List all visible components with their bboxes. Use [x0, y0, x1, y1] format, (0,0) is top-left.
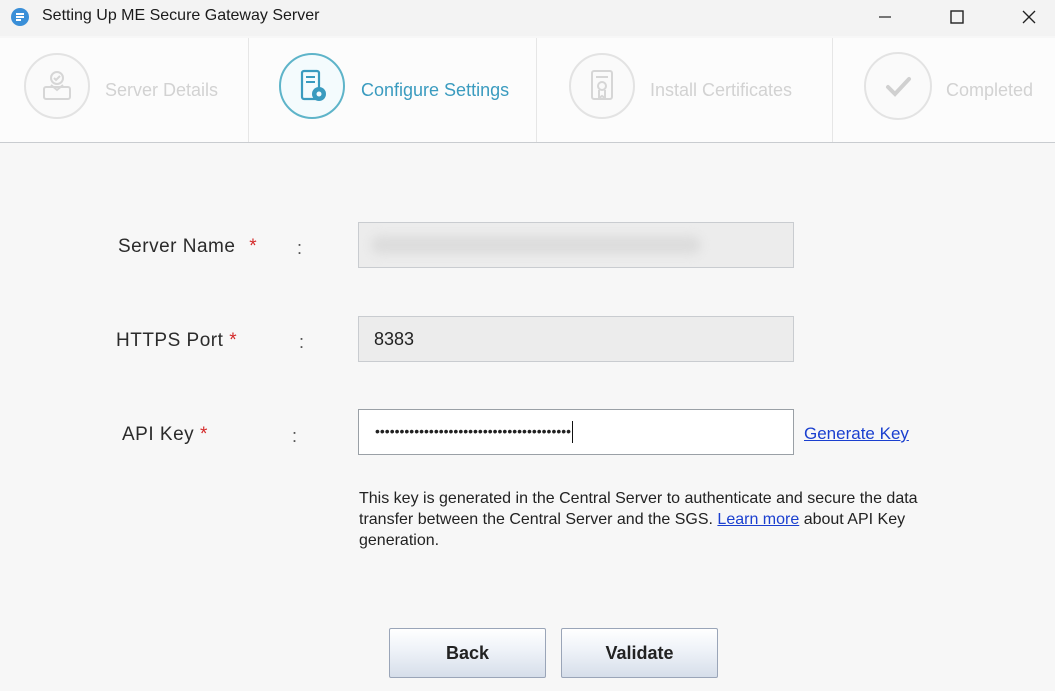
- server-details-icon: [24, 53, 90, 119]
- back-button[interactable]: Back: [389, 628, 546, 678]
- window-title: Setting Up ME Secure Gateway Server: [42, 7, 320, 24]
- api-key-label: API Key *: [122, 424, 208, 446]
- generate-key-link[interactable]: Generate Key: [804, 424, 909, 444]
- checkmark-icon: [864, 52, 932, 120]
- close-icon: [1022, 10, 1036, 24]
- https-port-value: 8383: [374, 329, 415, 349]
- maximize-icon: [950, 10, 964, 24]
- https-port-label: HTTPS Port *: [116, 330, 237, 352]
- wizard-steps: Server Details Configure Settings Instal…: [0, 38, 1055, 143]
- step-install-certificates: Install Certificates: [537, 38, 832, 142]
- minimize-icon: [879, 16, 891, 18]
- configure-settings-icon: [279, 53, 345, 119]
- certificate-icon: [569, 53, 635, 119]
- api-key-help-text: This key is generated in the Central Ser…: [359, 488, 959, 551]
- server-name-label: Server Name *: [118, 236, 257, 258]
- redacted-value: [371, 236, 701, 254]
- close-button[interactable]: [1006, 0, 1052, 34]
- colon: :: [299, 332, 305, 352]
- server-name-label-text: Server Name: [118, 236, 236, 257]
- step-label: Server Details: [105, 80, 219, 100]
- https-port-label-text: HTTPS Port: [116, 330, 224, 351]
- step-label: Configure Settings: [361, 80, 510, 100]
- https-port-field[interactable]: 8383: [358, 316, 794, 362]
- api-key-input[interactable]: ••••••••••••••••••••••••••••••••••••••••: [358, 409, 794, 455]
- server-name-field[interactable]: [358, 222, 794, 268]
- api-key-label-text: API Key: [122, 424, 195, 445]
- step-server-details: Server Details: [0, 38, 248, 142]
- text-caret: [572, 421, 574, 444]
- learn-more-link[interactable]: Learn more: [717, 511, 799, 528]
- maximize-button[interactable]: [934, 0, 980, 34]
- colon: :: [292, 426, 298, 446]
- required-marker: *: [199, 424, 208, 445]
- required-marker: *: [229, 330, 238, 351]
- title-bar: Setting Up ME Secure Gateway Server: [0, 0, 1055, 36]
- colon: :: [297, 238, 303, 258]
- validate-button[interactable]: Validate: [561, 628, 718, 678]
- step-label: Completed: [946, 80, 1034, 100]
- step-completed: Completed: [833, 38, 1055, 142]
- step-configure-settings: Configure Settings: [249, 38, 536, 142]
- api-key-masked-value: ••••••••••••••••••••••••••••••••••••••••: [375, 423, 572, 439]
- required-marker: *: [249, 236, 258, 257]
- gateway-app-icon: [11, 8, 29, 26]
- step-label: Install Certificates: [650, 80, 793, 100]
- minimize-button[interactable]: [862, 0, 908, 34]
